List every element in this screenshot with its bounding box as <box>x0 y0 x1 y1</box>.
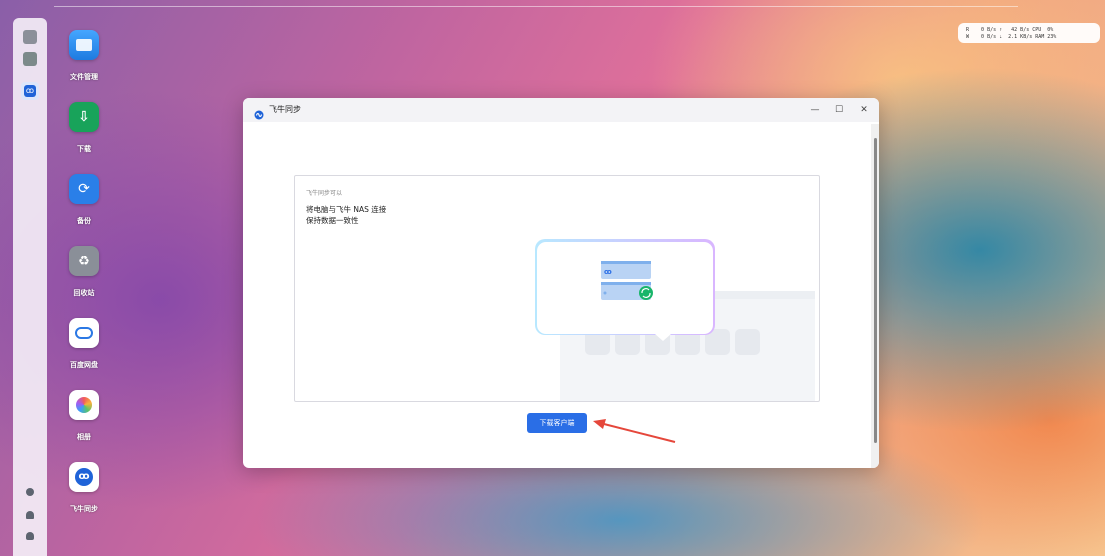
desktop-app-baidu-netdisk[interactable]: 百度网盘 <box>62 318 106 370</box>
folder-icon <box>69 30 99 60</box>
desktop-app-file-manager[interactable]: 文件管理 <box>62 30 106 82</box>
desktop-icon[interactable] <box>23 30 37 44</box>
window-titlebar[interactable]: 飞牛同步 — ☐ ✕ <box>243 98 879 122</box>
settings-icon[interactable] <box>26 488 34 496</box>
desktop-app-feiniu-sync[interactable]: ꝏ 飞牛同步 <box>62 462 106 514</box>
app-center-icon[interactable] <box>23 52 37 66</box>
desktop-app-download[interactable]: ⇩ 下载 <box>62 102 106 154</box>
desktop-app-photos[interactable]: 相册 <box>62 390 106 442</box>
sync-illustration: ꝏ <box>535 239 815 401</box>
photos-icon <box>69 390 99 420</box>
desktop-app-backup[interactable]: ⟳ 备份 <box>62 174 106 226</box>
backup-icon: ⟳ <box>69 174 99 204</box>
stats-row-read: R 0 B/s ⇡ 42 B/s CPU 0% <box>966 27 1054 33</box>
feiniu-sync-icon: ꝏ <box>69 462 99 492</box>
intro-caption: 飞牛同步可以 <box>306 190 343 197</box>
close-button[interactable]: ✕ <box>857 103 871 117</box>
intro-line-1: 将电脑与飞牛 NAS 连接 <box>306 205 387 214</box>
feiniu-sync-logo-icon <box>254 105 264 120</box>
app-label: 备份 <box>77 217 91 225</box>
baidu-netdisk-icon <box>69 318 99 348</box>
app-label: 相册 <box>77 433 91 441</box>
feiniu-sync-dock-item[interactable]: ꝏ <box>21 82 39 100</box>
minimize-button[interactable]: — <box>808 103 822 117</box>
feiniu-sync-icon: ꝏ <box>24 85 36 97</box>
window-title: 飞牛同步 <box>269 105 301 114</box>
download-client-button[interactable]: 下载客户端 <box>527 413 587 433</box>
intro-panel: 飞牛同步可以 将电脑与飞牛 NAS 连接 保持数据一致性 ꝏ <box>294 175 820 402</box>
app-label: 回收站 <box>73 289 95 297</box>
desktop-app-recycle-bin[interactable]: ♻ 回收站 <box>62 246 106 298</box>
left-dock: ꝏ <box>13 18 47 556</box>
system-stats-widget: R 0 B/s ⇡ 42 B/s CPU 0% W 0 B/s ⇣ 2.1 KB… <box>958 23 1100 43</box>
stats-row-write: W 0 B/s ⇣ 2.1 KB/s RAM 23% <box>966 34 1057 40</box>
svg-text:ꝏ: ꝏ <box>604 268 612 276</box>
user-icon[interactable] <box>26 532 34 540</box>
annotation-arrow-icon <box>593 419 676 443</box>
top-edge-line <box>54 6 1018 7</box>
feiniu-sync-window: 飞牛同步 — ☐ ✕ 飞牛同步可以 将电脑与飞牛 NAS 连接 保持数据一致性 <box>243 98 879 468</box>
app-label: 飞牛同步 <box>70 505 98 513</box>
app-label: 文件管理 <box>70 73 98 81</box>
intro-line-2: 保持数据一致性 <box>306 216 359 225</box>
app-label: 百度网盘 <box>70 361 98 369</box>
download-icon: ⇩ <box>69 102 99 132</box>
app-label: 下载 <box>77 145 91 153</box>
recycle-bin-icon: ♻ <box>69 246 99 276</box>
notification-bell-icon[interactable] <box>26 511 34 519</box>
maximize-button[interactable]: ☐ <box>832 103 846 117</box>
scrollbar-thumb[interactable] <box>874 138 877 443</box>
